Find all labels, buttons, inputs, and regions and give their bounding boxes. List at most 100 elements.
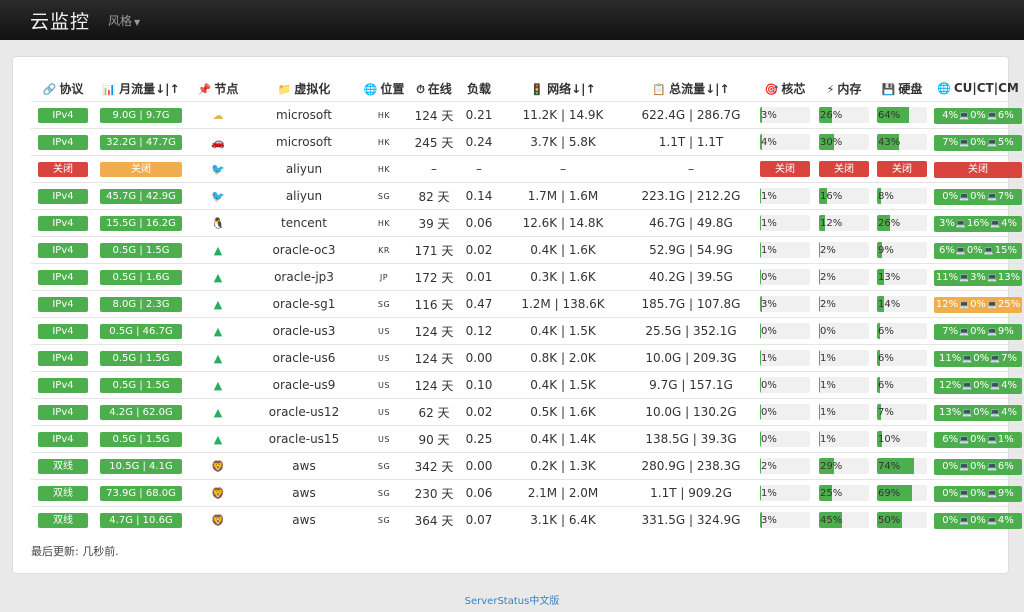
cell-memory-bar: 45% [819,512,869,528]
cell-cpu-value: 1% [761,245,777,256]
cell-uptime: 116 天 [409,290,459,318]
cu-value: 13% [939,406,962,418]
cu-value: 11% [935,271,959,283]
cell-memory-bar: 0% [819,323,869,339]
cell-total-traffic: – [627,155,755,183]
server-table: 🔗 协议 📊 月流量↓|↑ 📌 节点 📁 虚拟化 🌐 位置 ⏱ 在线 负载 🚦 网络↓|↑ 📋… [31,75,1024,533]
cell-disk: 8% [873,182,931,210]
col-memory: ⚡ 内存 [826,81,862,96]
last-update-text: 最后更新: 几秒前. [31,545,119,558]
cell-cpu: 1% [755,236,815,264]
cell-disk: 13% [873,263,931,291]
cell-uptime: 245 天 [409,128,459,156]
hill-icon: ▲ [213,379,223,392]
col-network[interactable]: 🚦 网络↓|↑ [499,75,627,102]
cell-virtualization: oracle-jp3 [249,263,359,291]
footer-link[interactable]: ServerStatus中文版 [0,592,1024,607]
ct-value: 0% [970,433,986,445]
cell-cpu-bar: 0% [760,404,810,420]
cell-load: 0.14 [459,182,499,210]
cell-virtualization: oracle-sg1 [249,290,359,318]
monitor-icon: 💻 [955,245,966,255]
cell-memory: 2% [815,290,873,318]
cell-cu-ct-cm: 0%💻0%💻7% [931,182,1024,210]
monitor-icon: 💻 [959,272,970,282]
cell-monthly-traffic: 32.2G | 47.7G [95,128,187,156]
cell-load: 0.06 [459,209,499,237]
cu-ct-cm-badge: 3%💻16%💻4% [934,215,1022,232]
monitor-icon: 💻 [986,299,997,309]
cu-value: 6% [942,433,959,445]
table-row: 双线 73.9G | 68.0G 🦁 aws SG 230 天 0.06 2.1M | 2.0… [31,479,1024,507]
cell-total-traffic: 223.1G | 212.2G [627,182,755,210]
cell-cpu: 3% [755,101,815,129]
protocol-badge: 双线 [38,513,88,528]
col-virtualization: 📁 虚拟化 [277,81,331,96]
cell-protocol: 双线 [31,506,95,533]
cell-cu-ct-cm: 11%💻3%💻13% [931,263,1024,291]
cm-value: 6% [997,460,1014,472]
cu-ct-cm-badge: 关闭 [934,161,1022,178]
cell-monthly-traffic: 0.5G | 1.5G [95,425,187,453]
cell-memory-value: 16% [820,191,843,202]
hill-icon: ▲ [213,325,223,338]
style-dropdown[interactable]: 风格 ▼ [108,12,140,29]
table-header: 🔗 协议 📊 月流量↓|↑ 📌 节点 📁 虚拟化 🌐 位置 ⏱ 在线 负载 🚦 网络↓|↑ 📋… [31,75,1024,102]
protocol-badge: IPv4 [38,108,88,123]
col-uptime: ⏱ 在线 [416,81,452,96]
monitor-icon: 💻 [959,461,970,471]
cell-monthly-traffic: 15.5G | 16.2G [95,209,187,237]
cell-memory-bar: 25% [819,485,869,501]
cell-disk-bar: 9% [877,242,927,258]
protocol-badge: 双线 [38,459,88,474]
cell-total-traffic: 280.9G | 238.3G [627,452,755,480]
col-protocol: 🔗 协议 [42,81,84,96]
col-total-traffic[interactable]: 📋 总流量↓|↑ [627,75,755,102]
protocol-badge: IPv4 [38,351,88,366]
protocol-badge: IPv4 [38,405,88,420]
cell-location: US [359,398,409,426]
cell-disk-value: 74% [878,461,901,472]
cell-uptime: 230 天 [409,479,459,507]
cell-node: ▲ [187,290,249,318]
cu-ct-cm-badge: 12%💻0%💻25% [934,296,1022,313]
cell-cu-ct-cm: 12%💻0%💻25% [931,290,1024,318]
ct-value: 0% [970,325,986,337]
cu-ct-cm-badge: 7%💻0%💻9% [934,323,1022,340]
cu-ct-cm-badge: 6%💻0%💻1% [934,431,1022,448]
cell-network: 0.8K | 2.0K [499,344,627,372]
monitor-icon: 💻 [990,407,1001,417]
cell-load: 0.07 [459,506,499,533]
traffic-light-icon: 🚦 [530,82,545,96]
cell-cpu-value: 0% [761,434,777,445]
cell-memory-bar: 2% [819,242,869,258]
cell-cu-ct-cm: 13%💻0%💻4% [931,398,1024,426]
col-monthly-traffic[interactable]: 📊 月流量↓|↑ [95,75,187,102]
monitor-icon: 💻 [986,272,997,282]
cell-cpu-value: 4% [761,137,777,148]
monthly-traffic-badge: 0.5G | 1.5G [100,432,182,447]
cm-value: 7% [997,190,1014,202]
cell-uptime: 124 天 [409,317,459,345]
cell-network: 3.7K | 5.8K [499,128,627,156]
clock-icon: ⏱ [416,82,425,96]
table-row: IPv4 0.5G | 46.7G ▲ oracle-us3 US 124 天 0.12 0.… [31,317,1024,345]
cell-uptime: 171 天 [409,236,459,264]
cell-memory: 26% [815,101,873,129]
ct-value: 0% [973,406,990,418]
monitor-icon: 💻 [959,488,970,498]
cell-protocol: IPv4 [31,290,95,318]
protocol-badge: IPv4 [38,270,88,285]
cu-ct-cm-badge: 0%💻0%💻9% [934,485,1022,502]
cm-value: 6% [997,109,1014,121]
table-row: IPv4 8.0G | 2.3G ▲ oracle-sg1 SG 116 天 0.47 1.2… [31,290,1024,318]
cell-node: 🐧 [187,209,249,237]
cell-cpu: 1% [755,479,815,507]
cell-load: 0.10 [459,371,499,399]
cell-memory: 1% [815,425,873,453]
cu-ct-cm-badge: 0%💻0%💻4% [934,512,1022,529]
protocol-badge: 关闭 [38,162,88,177]
cell-network: 2.1M | 2.0M [499,479,627,507]
cell-protocol: IPv4 [31,425,95,453]
brand-title[interactable]: 云监控 [30,7,90,34]
